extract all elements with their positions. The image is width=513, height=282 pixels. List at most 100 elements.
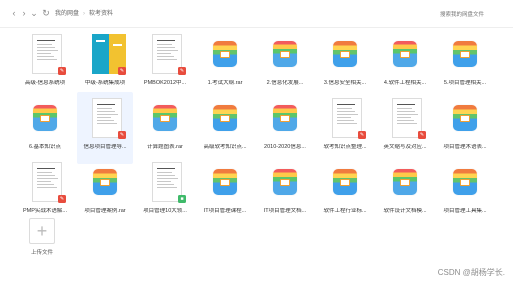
archive-icon [329,32,367,76]
file-item[interactable]: IT项目管理课程... [197,156,253,228]
document-thumbnail: ✎ [149,32,187,76]
archive-icon-graphic [453,41,477,67]
file-item[interactable]: 1.考试大纲.rar [197,28,253,100]
archive-icon-graphic [273,41,297,67]
file-item[interactable]: ■ 项目管理10大领... [137,156,193,228]
file-name: 3.信息安全相关... [323,80,367,86]
file-item[interactable]: ✎ 英文缩写及对应... [377,92,433,164]
file-item[interactable]: ✎ 高级-信息系统项 [17,28,73,100]
file-item[interactable]: 软件工程行业标... [317,156,373,228]
archive-icon-graphic [273,169,297,195]
archive-icon [449,32,487,76]
archive-icon-graphic [33,105,57,131]
file-name: PMBOK2012中... [143,80,187,86]
file-item[interactable]: 2.信息化发展... [257,28,313,100]
archive-icon-graphic [333,169,357,195]
file-item[interactable]: ✎ 软考知识点整理... [317,92,373,164]
file-item[interactable]: 高级软考知识点... [197,92,253,164]
file-item[interactable]: IT项目管理文档... [257,156,313,228]
archive-icon [329,160,367,204]
breadcrumb-item-current[interactable]: 软考资料 [89,11,113,17]
archive-icon-graphic [453,169,477,195]
file-item[interactable]: 计算题图表.rar [137,92,193,164]
plus-icon: + [29,218,55,244]
file-item[interactable]: ✎ PMBOK2012中... [137,28,193,100]
archive-icon [149,96,187,140]
file-name: 软件设计文档模... [383,208,427,214]
archive-icon-graphic [213,105,237,131]
file-item[interactable]: 项目管理案例.rar [77,156,133,228]
file-item[interactable]: 6.基本知识点 [17,92,73,164]
file-name: 中级-系统集成项 [84,80,126,86]
book-cover-thumbnail: ✎ [89,32,127,76]
file-name: IT项目管理课程... [203,208,247,214]
file-name: 2.信息化发展... [266,80,304,86]
archive-icon [209,96,247,140]
archive-icon [449,160,487,204]
file-name: 项目管理10大领... [143,208,187,214]
archive-icon-graphic [213,169,237,195]
archive-icon [209,32,247,76]
file-name: 6.基本知识点 [28,144,62,150]
archive-icon-graphic [393,41,417,67]
archive-icon [269,160,307,204]
archive-icon [269,32,307,76]
back-icon[interactable]: ‹ [9,8,19,19]
file-name: PMP实战术语解... [22,208,67,214]
spreadsheet-badge-icon: ■ [178,195,186,203]
file-item[interactable]: ✎ 信息项目管理导... [77,92,133,164]
file-item[interactable]: ✎ 中级-系统集成项 [77,28,133,100]
document-thumbnail: ✎ [389,96,427,140]
pdf-badge-icon: ✎ [418,131,426,139]
file-name: 项目管理案例.rar [84,208,126,214]
file-name: 4.软件工程相关... [383,80,427,86]
archive-icon [389,32,427,76]
archive-icon-graphic [213,41,237,67]
breadcrumb: 我的网盘 › 软考资料 [55,11,114,17]
archive-icon-graphic [393,169,417,195]
pdf-badge-icon: ✎ [58,67,66,75]
forward-icon[interactable]: › [19,8,29,19]
document-thumbnail: ■ [149,160,187,204]
archive-icon-graphic [93,169,117,195]
archive-icon [209,160,247,204]
chevron-down-icon[interactable]: ⌄ [29,8,39,19]
toolbar: ‹ › ⌄ ↻ 我的网盘 › 软考资料 [0,0,513,28]
file-name: 2010-2020信息... [264,144,306,150]
file-item[interactable]: 4.软件工程相关... [377,28,433,100]
archive-icon [389,160,427,204]
search-input[interactable] [440,11,505,19]
file-name: 1.考试大纲.rar [207,80,243,86]
file-name: 项目管理术语表... [443,144,487,150]
archive-icon [89,160,127,204]
file-name: 软考知识点整理... [323,144,367,150]
file-item[interactable]: 2010-2020信息... [257,92,313,164]
pdf-badge-icon: ✎ [118,131,126,139]
file-item[interactable]: 3.信息安全相关... [317,28,373,100]
file-item[interactable]: 5.项目管理相关... [437,28,493,100]
upload-label: 上传文件 [30,250,53,256]
archive-icon-graphic [153,105,177,131]
file-name: IT项目管理文档... [263,208,307,214]
file-name: 项目管理工具集... [443,208,487,214]
breadcrumb-item-root[interactable]: 我的网盘 [55,11,79,17]
pdf-badge-icon: ✎ [178,67,186,75]
file-item[interactable]: 项目管理术语表... [437,92,493,164]
file-item[interactable]: 软件设计文档模... [377,156,433,228]
archive-icon-graphic [273,105,297,131]
file-name: 5.项目管理相关... [443,80,487,86]
file-name: 高级软考知识点... [203,144,247,150]
file-name: 软件工程行业标... [323,208,367,214]
file-name: 英文缩写及对应... [383,144,427,150]
document-thumbnail: ✎ [29,160,67,204]
pdf-badge-icon: ✎ [58,195,66,203]
file-name: 计算题图表.rar [147,144,183,150]
pdf-badge-icon: ✎ [358,131,366,139]
file-item[interactable]: 项目管理工具集... [437,156,493,228]
archive-icon [29,96,67,140]
watermark: CSDN @胡杨学长. [437,268,505,277]
archive-icon [449,96,487,140]
refresh-icon[interactable]: ↻ [41,8,51,19]
upload-button[interactable]: + 上传文件 [17,218,73,278]
pdf-badge-icon: ✎ [118,67,126,75]
